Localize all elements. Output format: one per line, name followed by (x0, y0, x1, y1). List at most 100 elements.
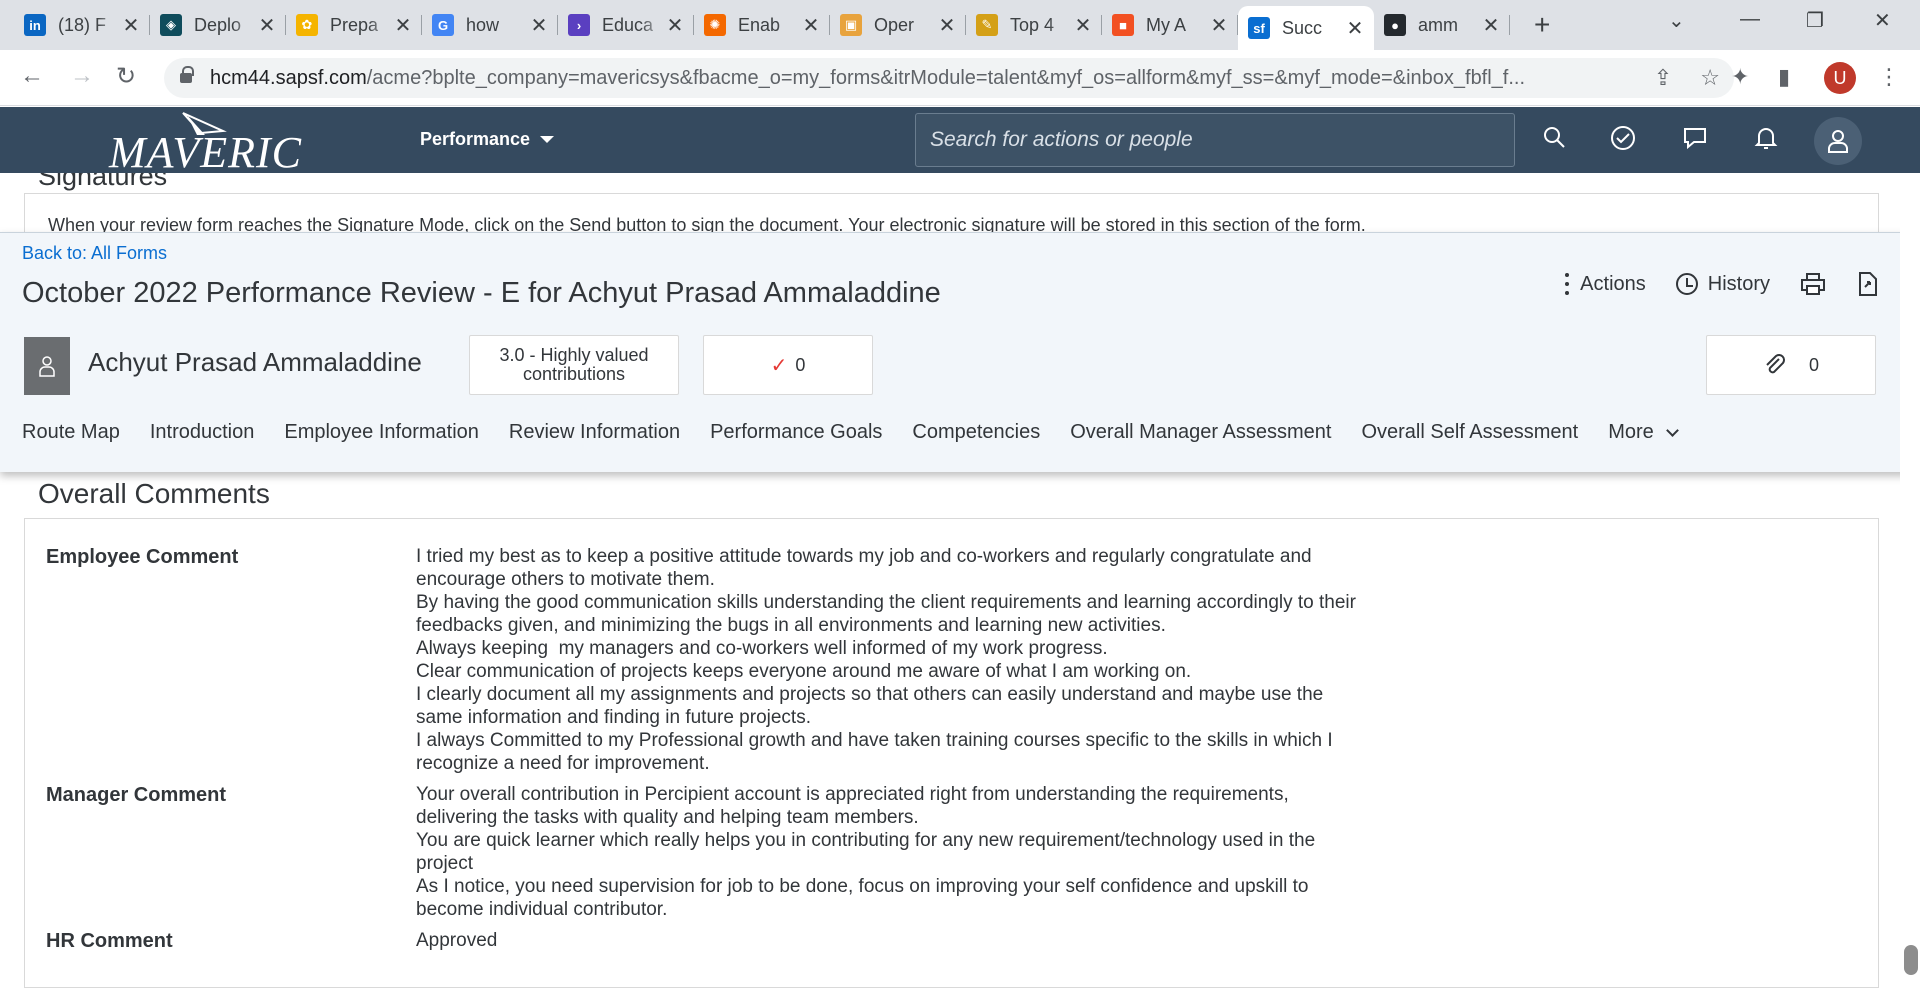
section-tab[interactable]: Review Information (509, 421, 680, 444)
section-tab[interactable]: Overall Self Assessment (1361, 421, 1578, 444)
comment-line: I always Committed to my Professional gr… (416, 730, 1338, 774)
forward-arrow-icon[interactable]: → (70, 62, 94, 90)
clock-icon (1675, 273, 1698, 295)
performance-menu-label: Performance (420, 129, 531, 149)
close-tab-icon[interactable]: ✕ (802, 13, 820, 38)
browser-tab-title: how (466, 14, 500, 35)
section-tab[interactable]: Competencies (912, 421, 1040, 444)
shell-bar: MAVERIC Performance Search for actions o… (0, 107, 1920, 173)
reload-icon[interactable]: ↻ (116, 62, 136, 91)
back-arrow-icon[interactable]: ← (20, 62, 44, 90)
employee-name: Achyut Prasad Ammaladdine (88, 347, 422, 377)
chat-icon[interactable] (1682, 125, 1708, 158)
completed-count: 0 (795, 354, 806, 375)
tab-search-icon[interactable]: ⌄ (1668, 8, 1685, 33)
browser-tab[interactable]: Ghow ✕ (422, 6, 558, 44)
todo-check-icon[interactable] (1610, 125, 1636, 158)
maveric-logo[interactable]: MAVERIC (105, 111, 330, 171)
close-tab-icon[interactable]: ✕ (1074, 13, 1092, 38)
browser-tab-title: Oper (874, 14, 915, 35)
browser-tab[interactable]: sf Succ ✕ (1238, 6, 1374, 50)
actions-label: Actions (1580, 272, 1646, 295)
close-tab-icon[interactable]: ✕ (394, 13, 412, 38)
browser-tab[interactable]: ✿ Prepa ✕ (286, 6, 422, 44)
signatures-text: When your review form reaches the Signat… (48, 215, 1366, 233)
close-tab-icon[interactable]: ✕ (122, 13, 140, 38)
back-to-all-forms-link[interactable]: Back to: All Forms (22, 243, 167, 264)
attachments-button[interactable]: 0 (1706, 335, 1876, 395)
close-tab-icon[interactable]: ✕ (1346, 16, 1364, 41)
section-tab[interactable]: Overall Manager Assessment (1070, 421, 1331, 444)
page-scrollbar[interactable] (1900, 173, 1920, 975)
history-button[interactable]: History (1675, 273, 1770, 296)
search-icon[interactable] (1542, 125, 1566, 156)
user-menu-button[interactable] (1814, 117, 1862, 165)
browser-tab[interactable]: in (18) F ✕ (14, 6, 150, 44)
section-tab[interactable]: Employee Information (284, 421, 479, 444)
profile-avatar[interactable]: U (1824, 62, 1856, 94)
caret-down-icon (540, 136, 555, 143)
share-icon[interactable]: ⇪ (1654, 65, 1672, 91)
overall-comments-title: Overall Comments (38, 478, 270, 509)
export-pdf-button[interactable] (1856, 271, 1880, 297)
more-sections-label: More (1608, 421, 1654, 443)
section-tab[interactable]: Performance Goals (710, 421, 882, 444)
extensions-puzzle-icon[interactable]: ✦ (1731, 64, 1749, 90)
bookmark-star-icon[interactable]: ☆ (1700, 65, 1720, 91)
close-tab-icon[interactable]: ✕ (258, 13, 276, 38)
browser-tab[interactable]: ◈ Deplo ✕ (150, 6, 286, 44)
url-path: /acme?bplte_company=mavericsys&fbacme_o=… (366, 66, 1526, 89)
browser-tab[interactable]: ▣ Oper ✕ (830, 6, 966, 44)
close-tab-icon[interactable]: ✕ (666, 13, 684, 38)
actions-button[interactable]: Actions (1564, 273, 1646, 296)
more-sections-button[interactable]: More (1608, 421, 1679, 444)
microsoft-icon: ■ (1112, 14, 1134, 36)
browser-tab[interactable]: ● amm ✕ (1374, 6, 1510, 44)
employee-comment-label: Employee Comment (46, 546, 239, 568)
browser-tab[interactable]: › Educa ✕ (558, 6, 694, 44)
minimize-icon[interactable]: — (1740, 8, 1760, 31)
completed-items-badge[interactable]: ✓ 0 (703, 335, 873, 395)
close-tab-icon[interactable]: ✕ (1482, 13, 1500, 38)
scrollbar-thumb[interactable] (1904, 945, 1918, 975)
browser-tab-title: (18) F (58, 14, 107, 35)
browser-tab-strip: in (18) F ✕ ◈ Deplo ✕ ✿ Prepa ✕ Ghow ✕ › Educa ✕ ✺ Enab… (0, 0, 1920, 50)
address-bar[interactable]: hcm44.sapsf.com/acme?bplte_company=maver… (164, 58, 1734, 98)
hr-comment-label: HR Comment (46, 930, 173, 952)
side-panel-icon[interactable]: ▮ (1778, 64, 1790, 90)
box-icon: ▣ (840, 14, 862, 36)
browser-tab[interactable]: ✎ Top 4 ✕ (966, 6, 1102, 44)
restore-icon[interactable]: ❐ (1806, 8, 1824, 33)
employee-comment-text: I tried my best as to keep a positive at… (416, 545, 1356, 775)
form-header: Back to: All Forms October 2022 Performa… (0, 232, 1920, 472)
comment-line: Always keeping my managers and co-worker… (416, 638, 1108, 659)
hr-comment-text: Approved (416, 930, 498, 951)
close-tab-icon[interactable]: ✕ (530, 13, 548, 38)
browser-tab-title: Enab (738, 14, 781, 35)
close-tab-icon[interactable]: ✕ (1210, 13, 1228, 38)
section-tab[interactable]: Introduction (150, 421, 255, 444)
grafana-icon: ✺ (704, 14, 726, 36)
comment-line: Your overall contribution in Percipient … (416, 784, 1295, 828)
chrome-menu-icon[interactable]: ⋮ (1878, 64, 1900, 90)
search-input[interactable]: Search for actions or people (915, 113, 1515, 167)
paperclip-icon (1766, 354, 1785, 374)
print-button[interactable] (1800, 272, 1826, 296)
browser-tab[interactable]: ■ My A ✕ (1102, 6, 1238, 44)
overall-rating-badge[interactable]: 3.0 - Highly valued contributions (469, 335, 679, 395)
terminal-icon: › (568, 14, 590, 36)
new-tab-button[interactable]: + (1534, 10, 1550, 40)
section-tab[interactable]: Route Map (22, 421, 120, 444)
performance-menu[interactable]: Performance (420, 129, 555, 150)
browser-tab-title: Succ (1282, 17, 1323, 38)
chevron-down-icon (1665, 423, 1679, 437)
github-icon: ● (1384, 14, 1406, 36)
notification-bell-icon[interactable] (1754, 125, 1778, 158)
section-nav: Route Map Introduction Employee Informatio… (22, 421, 1679, 444)
close-tab-icon[interactable]: ✕ (938, 13, 956, 38)
comment-line: Clear communication of projects keeps ev… (416, 661, 1192, 682)
header-actions: Actions History (1564, 271, 1880, 297)
close-window-icon[interactable]: ✕ (1874, 8, 1891, 33)
print-icon (1801, 273, 1825, 295)
browser-tab[interactable]: ✺ Enab ✕ (694, 6, 830, 44)
